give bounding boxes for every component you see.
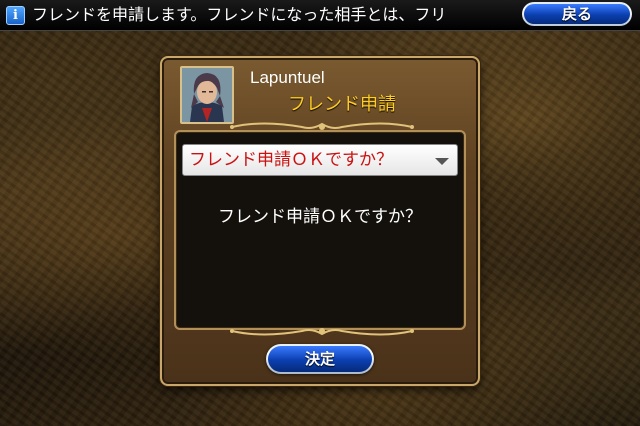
top-ticker-bar: i フレンドを申請します。フレンドになった相手とは、フリ 戻る	[0, 0, 640, 31]
friend-request-dialog: Lapuntuel フレンド申請 フレンド申請ＯＫですか？ フレンド申請ＯＫです…	[160, 56, 480, 386]
confirm-button[interactable]: 決定	[266, 344, 374, 374]
player-name: Lapuntuel	[250, 68, 325, 87]
request-message: フレンド申請ＯＫですか？	[218, 207, 422, 227]
character-portrait	[180, 66, 234, 124]
back-button[interactable]: 戻る	[522, 2, 632, 26]
ticker-message: フレンドを申請します。フレンドになった相手とは、フリ	[32, 5, 447, 24]
info-icon: i	[6, 6, 25, 25]
chevron-down-icon	[435, 158, 449, 165]
message-select-dropdown[interactable]: フレンド申請ＯＫですか？	[182, 144, 458, 176]
content-panel: フレンド申請ＯＫですか？ フレンド申請ＯＫですか？	[174, 130, 466, 330]
game-screen: i フレンドを申請します。フレンドになった相手とは、フリ 戻る Lapuntue…	[0, 0, 640, 426]
ornament-divider-bottom	[230, 328, 414, 336]
confirm-button-label: 決定	[268, 346, 372, 372]
dialog-title: フレンド申請	[288, 94, 396, 115]
back-button-label: 戻る	[524, 4, 630, 24]
dropdown-selected-value: フレンド申請ＯＫですか？	[189, 150, 393, 170]
portrait-illustration	[182, 68, 232, 122]
